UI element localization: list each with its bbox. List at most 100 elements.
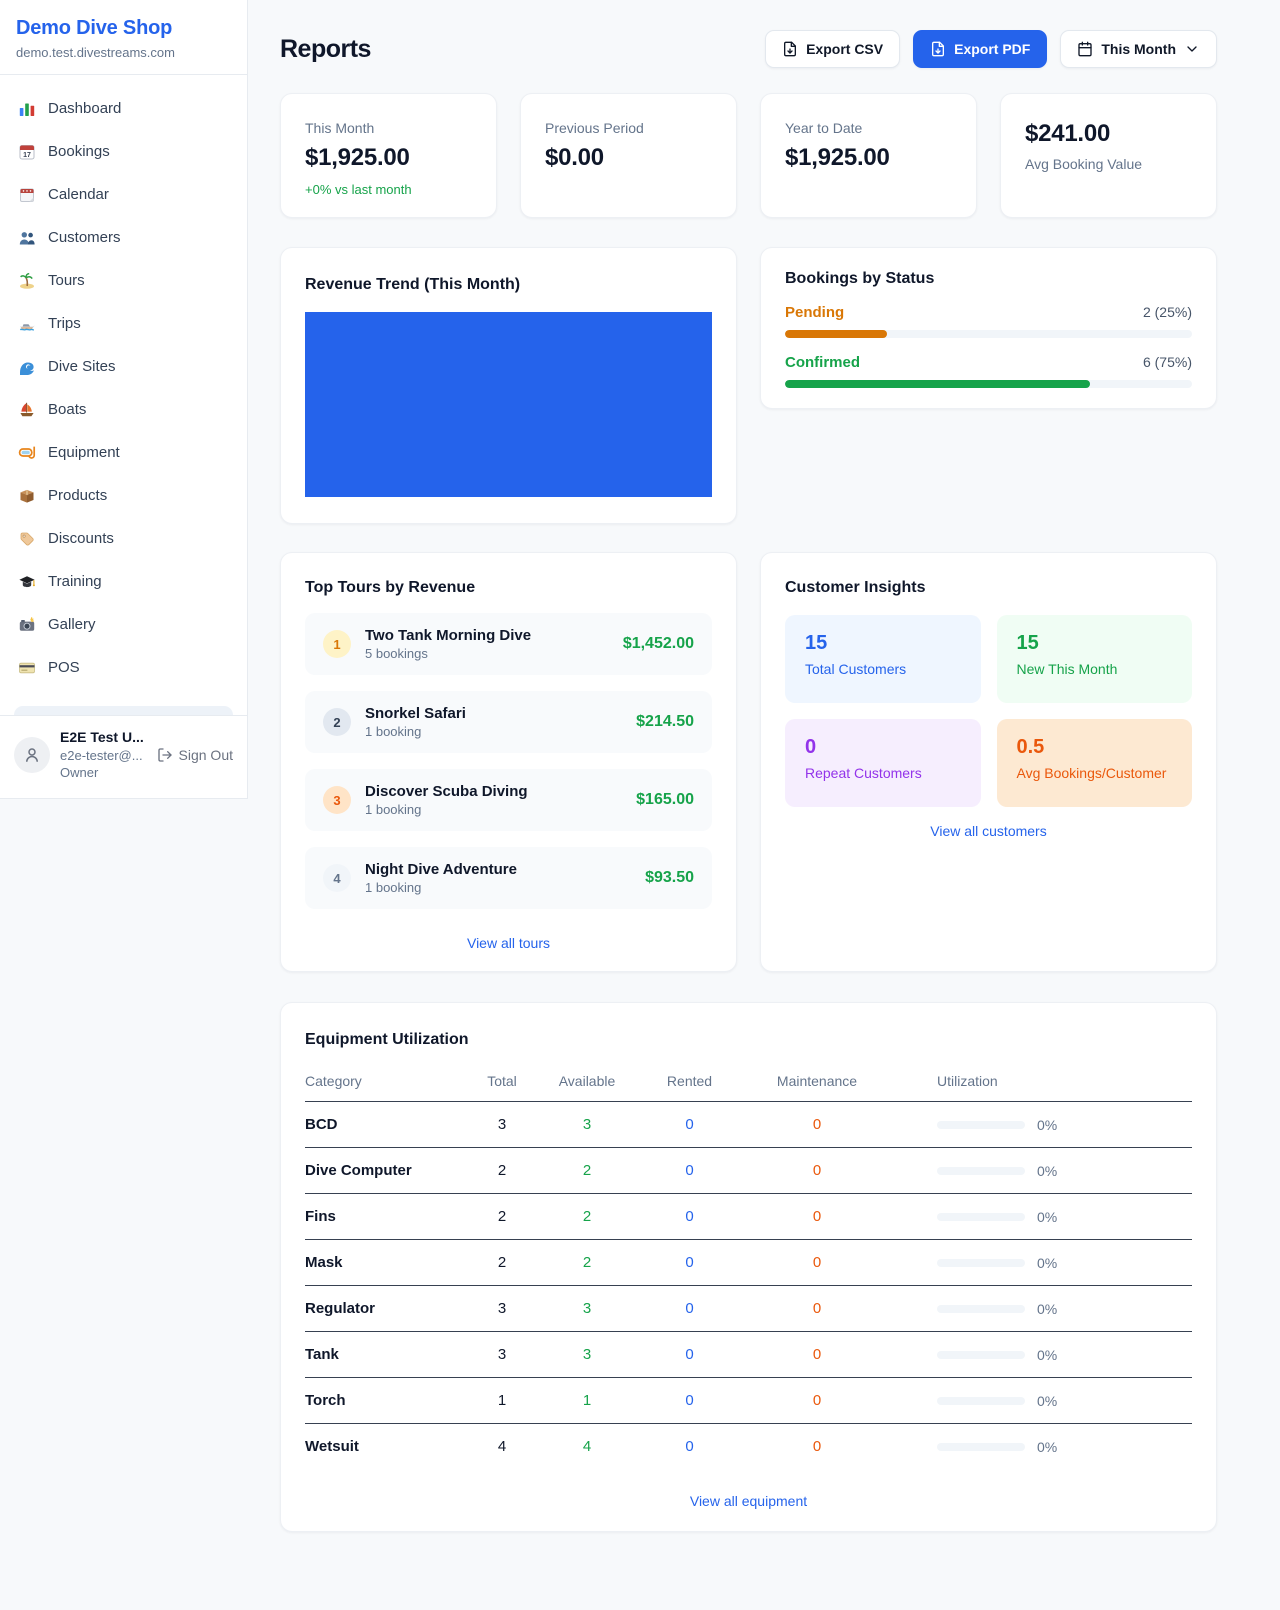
charts-row: Revenue Trend (This Month) Bookings by S… [280, 247, 1217, 524]
tile-new-this-month: 15 New This Month [997, 615, 1193, 703]
status-value: 6 (75%) [1143, 354, 1192, 370]
cell-category: Regulator [305, 1300, 467, 1317]
stat-card-avg-booking-value: $241.00 Avg Booking Value [1000, 93, 1217, 218]
cell-available: 3 [537, 1346, 637, 1363]
status-value: 2 (25%) [1143, 304, 1192, 320]
cell-category: Tank [305, 1346, 467, 1363]
progress-fill [785, 380, 1090, 388]
sidebar: Demo Dive Shop demo.test.divestreams.com… [0, 0, 248, 799]
brand-domain: demo.test.divestreams.com [16, 45, 231, 60]
stat-card-year-to-date: Year to Date $1,925.00 [760, 93, 977, 218]
cell-maintenance: 0 [742, 1392, 892, 1409]
cell-category: Torch [305, 1392, 467, 1409]
sidebar-item-label: Bookings [48, 143, 110, 160]
revenue-trend-title: Revenue Trend (This Month) [305, 276, 712, 294]
sidebar-item-discounts[interactable]: Discounts [8, 517, 239, 560]
sidebar-user-footer: E2E Test U... e2e-tester@... Owner Sign … [0, 715, 247, 798]
cell-available: 4 [537, 1438, 637, 1455]
cell-maintenance: 0 [742, 1438, 892, 1455]
calendar-outline-icon [1077, 41, 1093, 57]
cell-total: 2 [467, 1208, 537, 1225]
dive-mask-icon [18, 444, 36, 462]
utilization-percent: 0% [1037, 1163, 1057, 1179]
equipment-utilization-card: Equipment Utilization Category Total Ava… [280, 1002, 1217, 1532]
cell-total: 2 [467, 1162, 537, 1179]
table-row: Mask 2 2 0 0 0% [305, 1240, 1192, 1286]
cell-total: 3 [467, 1346, 537, 1363]
sidebar-item-training[interactable]: Training [8, 560, 239, 603]
insights-row: Top Tours by Revenue 1 Two Tank Morning … [280, 552, 1217, 972]
utilization-bar [937, 1443, 1025, 1451]
sidebar-item-label: Boats [48, 401, 86, 418]
rank-badge: 2 [323, 708, 351, 736]
sign-out-icon [157, 747, 173, 763]
sidebar-item-tours[interactable]: Tours [8, 259, 239, 302]
tour-amount: $93.50 [645, 869, 694, 887]
stat-value: $0.00 [545, 144, 712, 172]
cell-maintenance: 0 [742, 1162, 892, 1179]
sidebar-nav: Dashboard 17 Bookings Calendar Customers… [0, 75, 247, 706]
cell-rented: 0 [637, 1208, 742, 1225]
column-header-available: Available [537, 1073, 637, 1089]
tour-amount: $1,452.00 [623, 635, 694, 653]
sidebar-item-gallery[interactable]: Gallery [8, 603, 239, 646]
sign-out-button[interactable]: Sign Out [157, 747, 233, 763]
stat-value: $241.00 [1025, 120, 1192, 148]
utilization-bar [937, 1351, 1025, 1359]
cell-available: 2 [537, 1208, 637, 1225]
cell-rented: 0 [637, 1162, 742, 1179]
file-download-icon [930, 41, 946, 57]
table-row: Wetsuit 4 4 0 0 0% [305, 1424, 1192, 1469]
table-row: Fins 2 2 0 0 0% [305, 1194, 1192, 1240]
sidebar-item-products[interactable]: Products [8, 474, 239, 517]
sidebar-item-bookings[interactable]: 17 Bookings [8, 130, 239, 173]
equipment-table: Category Total Available Rented Maintena… [305, 1063, 1192, 1469]
top-tours-card: Top Tours by Revenue 1 Two Tank Morning … [280, 552, 737, 972]
period-select[interactable]: This Month [1060, 30, 1217, 68]
table-header-row: Category Total Available Rented Maintena… [305, 1063, 1192, 1102]
stat-label: Avg Booking Value [1025, 156, 1192, 172]
view-all-tours-link[interactable]: View all tours [305, 935, 712, 951]
cell-total: 3 [467, 1116, 537, 1133]
sidebar-item-calendar[interactable]: Calendar [8, 173, 239, 216]
view-all-customers-link[interactable]: View all customers [785, 823, 1192, 839]
avatar [14, 737, 50, 773]
table-row: BCD 3 3 0 0 0% [305, 1102, 1192, 1148]
column-header-category: Category [305, 1073, 467, 1089]
table-row: Dive Computer 2 2 0 0 0% [305, 1148, 1192, 1194]
utilization-bar [937, 1121, 1025, 1129]
revenue-trend-chart [305, 312, 712, 497]
insight-tiles: 15 Total Customers 15 New This Month 0 R… [785, 615, 1192, 807]
sidebar-item-label: Dive Sites [48, 358, 116, 375]
tour-bookings: 1 booking [365, 724, 466, 739]
sidebar-item-trips[interactable]: Trips [8, 302, 239, 345]
cell-total: 3 [467, 1300, 537, 1317]
status-row-pending: Pending 2 (25%) [785, 304, 1192, 338]
sidebar-item-label: POS [48, 659, 80, 676]
export-csv-button[interactable]: Export CSV [765, 30, 900, 68]
tile-label: Repeat Customers [805, 765, 961, 781]
sidebar-item-dashboard[interactable]: Dashboard [8, 87, 239, 130]
user-email: e2e-tester@... [60, 747, 144, 765]
cell-total: 2 [467, 1254, 537, 1271]
sidebar-item-customers[interactable]: Customers [8, 216, 239, 259]
cell-available: 1 [537, 1392, 637, 1409]
export-pdf-button[interactable]: Export PDF [913, 30, 1047, 68]
tile-value: 15 [805, 632, 961, 655]
sidebar-item-dive-sites[interactable]: Dive Sites [8, 345, 239, 388]
sidebar-item-boats[interactable]: Boats [8, 388, 239, 431]
stat-value: $1,925.00 [305, 144, 472, 172]
progress-track [785, 380, 1192, 388]
bookings-by-status-title: Bookings by Status [785, 270, 1192, 288]
brand-block: Demo Dive Shop demo.test.divestreams.com [0, 0, 247, 75]
sidebar-item-equipment[interactable]: Equipment [8, 431, 239, 474]
view-all-equipment-link[interactable]: View all equipment [305, 1493, 1192, 1509]
sidebar-item-pos[interactable]: POS [8, 646, 239, 689]
customer-insights-card: Customer Insights 15 Total Customers 15 … [760, 552, 1217, 972]
sidebar-item-label: Customers [48, 229, 121, 246]
tour-name: Snorkel Safari [365, 705, 466, 722]
sidebar-item-label: Equipment [48, 444, 120, 461]
column-header-total: Total [467, 1073, 537, 1089]
status-label: Confirmed [785, 354, 860, 371]
table-row: Tank 3 3 0 0 0% [305, 1332, 1192, 1378]
